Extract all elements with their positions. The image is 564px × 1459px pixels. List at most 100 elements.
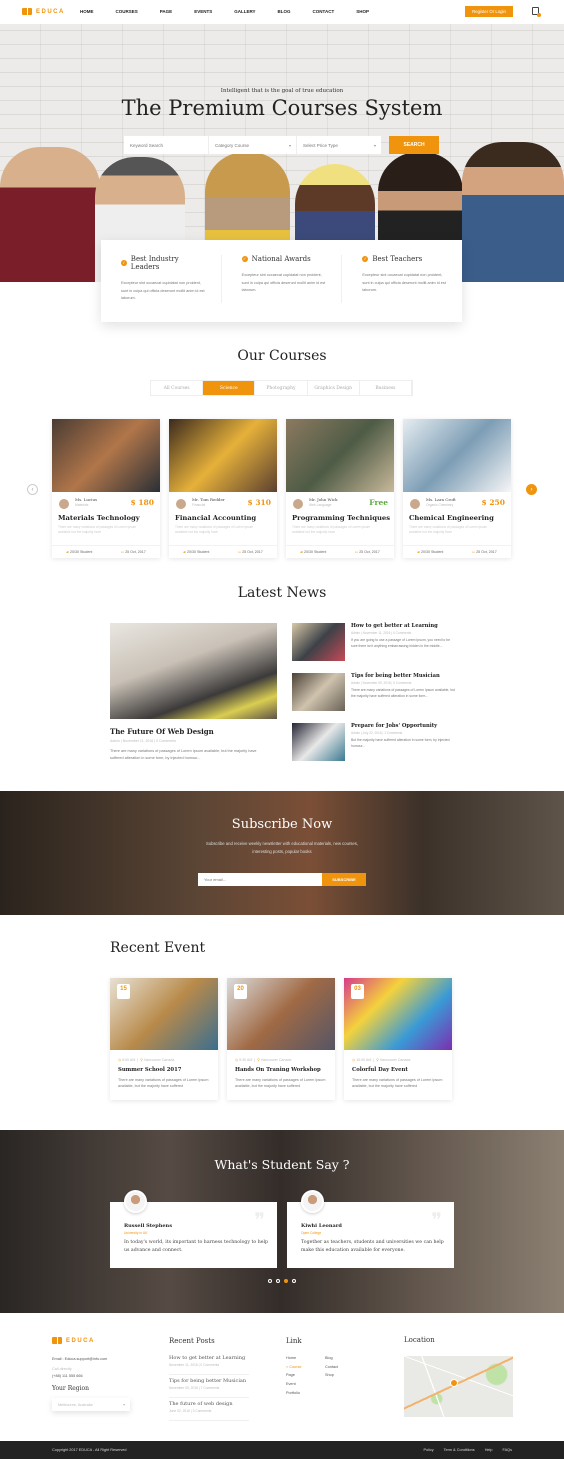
register-button[interactable]: Register Or Login	[465, 6, 513, 17]
logo[interactable]: EDUCA	[22, 8, 65, 15]
event-date-badge: 15	[117, 984, 130, 999]
nav-item[interactable]: CONTACT	[313, 9, 335, 14]
book-icon	[22, 8, 32, 15]
course-tab[interactable]: Graphics Design	[308, 381, 360, 395]
nav-item[interactable]: PAGE	[160, 9, 172, 14]
course-title[interactable]: Programming Techniques	[292, 514, 390, 522]
course-card[interactable]: Mr. John Wick Web Language Free Programm…	[286, 419, 394, 558]
carousel-dot[interactable]	[268, 1279, 272, 1283]
carousel-dot[interactable]	[276, 1279, 280, 1283]
footer-link[interactable]: Page	[286, 1371, 302, 1380]
check-circle-icon: ✓	[362, 256, 369, 262]
event-date-badge: 03	[351, 984, 364, 999]
testimonial-card: ❞ Russell Stephens University in UK In t…	[110, 1190, 277, 1268]
news-item[interactable]: Prepare for Jobs' Opportunity Admin | Ju…	[292, 723, 458, 763]
course-card[interactable]: Ms. Lucius Materials $ 180 Materials Tec…	[52, 419, 160, 558]
carousel-dots	[268, 1279, 296, 1283]
bottom-bar: Copyright 2017 EDUCA - All Right Reserve…	[0, 1441, 564, 1459]
bottom-link[interactable]: Term & Conditions	[444, 1448, 475, 1452]
news-thumbnail	[292, 623, 345, 661]
bottom-links: Policy Term & Conditions Help FAQs	[424, 1448, 512, 1452]
quote-icon: ❞	[254, 1208, 265, 1232]
nav-item[interactable]: SHOP	[356, 9, 369, 14]
footer-phone: (+88) 111 555 666	[52, 1374, 83, 1378]
news-item[interactable]: How to get better at Learning Admin | No…	[292, 623, 458, 663]
subscribe-title: Subscribe Now	[231, 817, 333, 832]
nav-item[interactable]: COURSES	[116, 9, 138, 14]
hero-person	[0, 147, 100, 282]
course-card[interactable]: Mr. Tom Redder Financial $ 310 Financial…	[169, 419, 277, 558]
courses-title: Our Courses	[237, 348, 327, 364]
nav-item[interactable]: GALLERY	[234, 9, 255, 14]
bottom-link[interactable]: Policy	[424, 1448, 434, 1452]
event-card[interactable]: 03 ◷ 10:00 AM | ⚲ Vancouver Canada Color…	[344, 978, 452, 1100]
course-title[interactable]: Financial Accounting	[175, 514, 256, 522]
course-list: Ms. Lucius Materials $ 180 Materials Tec…	[52, 419, 511, 558]
course-price: $ 310	[247, 498, 272, 507]
search-bar: Keyword Search Category Course ▾ Select P…	[124, 136, 381, 154]
recent-post[interactable]: Tips for being better Musician November 0…	[169, 1378, 249, 1398]
avatar	[301, 1190, 324, 1213]
nav-item[interactable]: HOME	[80, 9, 94, 14]
subscribe-button[interactable]: SUBSCRIBE	[322, 873, 366, 886]
event-card[interactable]: 15 ◷ 9:00 AM | ⚲ Vancouver Canada Summer…	[110, 978, 218, 1100]
recent-post[interactable]: The future of web design June 02, 2016 | …	[169, 1401, 249, 1421]
calendar-icon: ▭	[471, 550, 476, 554]
carousel-dot-active[interactable]	[284, 1279, 288, 1283]
quote-icon: ❞	[431, 1208, 442, 1232]
event-card[interactable]: 20 ◷ 9:30 AM | ⚲ Vancouver Canada Hands …	[227, 978, 335, 1100]
user-icon: ▰	[183, 550, 186, 554]
prev-arrow-icon[interactable]: ‹	[27, 484, 38, 495]
recent-post[interactable]: How to get better at Learning November 11…	[169, 1355, 249, 1375]
course-price: $ 180	[130, 498, 155, 507]
featured-news-title[interactable]: The Future Of Web Design	[110, 727, 214, 736]
region-select[interactable]: Melbourne, Australia ▾	[52, 1398, 130, 1411]
course-tab[interactable]: All Courses	[151, 381, 204, 395]
carousel-dot[interactable]	[292, 1279, 296, 1283]
call-label: Call directly	[52, 1367, 72, 1371]
feature: ✓ Best Teachers Excepteur sint occaecat c…	[362, 255, 446, 292]
next-arrow-icon[interactable]: ›	[526, 484, 537, 495]
course-image	[169, 419, 277, 492]
category-select[interactable]: Category Course ▾	[208, 136, 296, 154]
chevron-down-icon: ▾	[288, 142, 291, 148]
course-title[interactable]: Chemical Engineering	[409, 514, 494, 522]
location-title: Location	[404, 1336, 435, 1344]
location-map[interactable]	[404, 1356, 513, 1417]
footer-logo[interactable]: EDUCA	[52, 1337, 95, 1344]
footer-link[interactable]: Portfolio	[286, 1389, 302, 1398]
map-pin-icon	[450, 1379, 458, 1387]
bottom-link[interactable]: FAQs	[503, 1448, 513, 1452]
footer-link[interactable]: Event	[286, 1380, 302, 1389]
nav-item[interactable]: BLOG	[278, 9, 291, 14]
course-tab[interactable]: Photography	[255, 381, 308, 395]
price-type-select[interactable]: Select Price Type ▾	[296, 136, 381, 154]
nav-item[interactable]: EVENTS	[194, 9, 212, 14]
footer-link[interactable]: Blog	[325, 1354, 338, 1363]
course-tab[interactable]: Science	[203, 381, 256, 395]
course-title[interactable]: Materials Technology	[58, 514, 140, 522]
footer-link[interactable]: Contact	[325, 1363, 338, 1372]
event-list: 15 ◷ 9:00 AM | ⚲ Vancouver Canada Summer…	[110, 978, 452, 1100]
avatar	[124, 1190, 147, 1213]
footer-link[interactable]: > Course	[286, 1363, 302, 1372]
course-card[interactable]: Ms. Lara Croft Organic Chemistry $ 250 C…	[403, 419, 511, 558]
footer-link[interactable]: Shop	[325, 1371, 338, 1380]
shopping-bag-icon[interactable]	[532, 7, 541, 17]
location-pin-icon: ⚲	[140, 1058, 143, 1062]
bottom-link[interactable]: Help	[485, 1448, 493, 1452]
search-button[interactable]: SEARCH	[389, 136, 439, 154]
main-nav: HOME COURSES PAGE EVENTS GALLERY BLOG CONTACT S…	[80, 9, 391, 14]
news-item[interactable]: Tips for being better Musician Admin | N…	[292, 673, 458, 713]
testimonial-card: ❞ Kiwhi Leonard Open College Together as…	[287, 1190, 454, 1268]
news-title: Latest News	[237, 585, 327, 601]
keyword-input[interactable]: Keyword Search	[124, 136, 208, 154]
email-input[interactable]	[198, 873, 322, 886]
user-icon: ▰	[417, 550, 420, 554]
featured-news-image[interactable]	[110, 623, 277, 719]
course-tab[interactable]: Business	[360, 381, 413, 395]
event-date-badge: 20	[234, 984, 247, 999]
feature: ✓ National Awards Excepteur sint occaecat…	[222, 255, 343, 303]
footer-link[interactable]: Home	[286, 1354, 302, 1363]
check-circle-icon: ✓	[121, 260, 127, 266]
